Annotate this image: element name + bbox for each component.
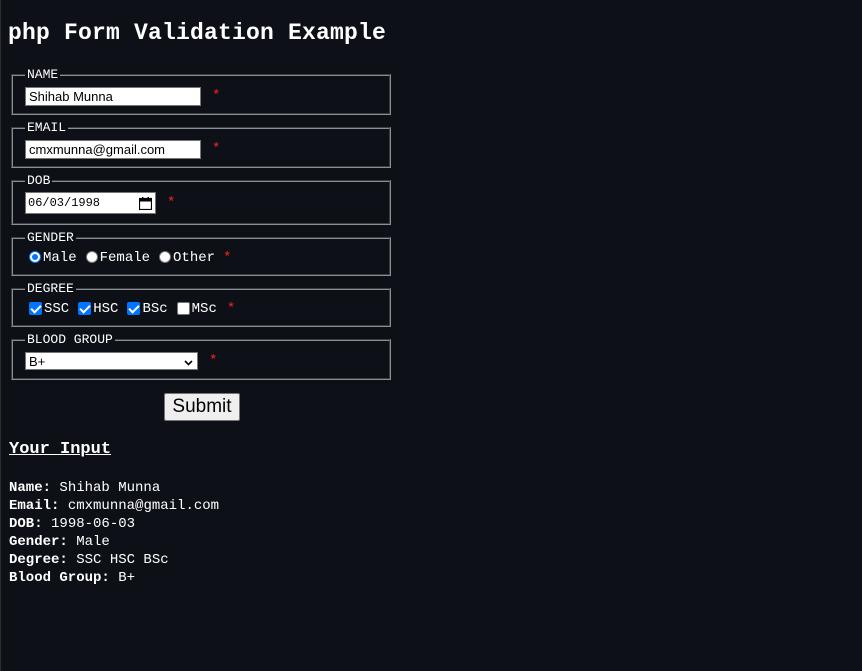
degree-required-mark: * — [226, 301, 236, 317]
output-label: DOB: — [9, 516, 43, 532]
degree-label-ssc: SSC — [44, 301, 70, 317]
gender-label-female: Female — [99, 250, 151, 266]
gender-radio-male[interactable] — [29, 251, 41, 263]
your-input-heading: Your Input — [9, 440, 112, 459]
output-row-degree: Degree: SSC HSC BSc — [9, 551, 862, 569]
output-value: Male — [76, 534, 110, 550]
page: php Form Validation Example NAME * EMAIL… — [1, 0, 862, 587]
name-fieldset: NAME * — [11, 68, 391, 115]
gender-legend: GENDER — [27, 230, 74, 245]
output-label: Email: — [9, 498, 60, 514]
gender-radio-female[interactable] — [85, 251, 98, 263]
output-label: Gender: — [9, 534, 68, 550]
blood-group-required-mark: * — [209, 353, 218, 369]
output-value: B+ — [118, 570, 136, 586]
degree-option-ssc[interactable]: SSC — [25, 301, 69, 317]
degree-legend: DEGREE — [27, 281, 74, 296]
submit-button[interactable]: Submit — [164, 393, 240, 421]
output-row-gender: Gender: Male — [9, 533, 862, 551]
degree-option-msc[interactable]: MSc — [173, 301, 217, 317]
degree-checkbox-hsc[interactable] — [78, 301, 92, 315]
output-value: SSC HSC BSc — [76, 552, 169, 568]
email-input[interactable] — [25, 139, 201, 159]
validation-form: NAME * EMAIL * DOB 06/03/1998 — [11, 68, 391, 421]
output-row-blood-group: Blood Group: B+ — [9, 569, 862, 587]
output-label: Blood Group: — [9, 570, 110, 586]
gender-option-female[interactable]: Female — [82, 250, 150, 266]
gender-fieldset: GENDER Male Female Other * — [11, 231, 391, 276]
output-value: Shihab Munna — [59, 480, 161, 496]
dob-fieldset: DOB 06/03/1998 * — [11, 174, 391, 225]
dob-date-input[interactable]: 06/03/1998 — [25, 192, 156, 214]
degree-label-msc: MSc — [191, 301, 217, 317]
output-row-dob: DOB: 1998-06-03 — [9, 515, 862, 533]
gender-radio-other[interactable] — [159, 251, 172, 263]
output-list: Name: Shihab Munna Email: cmxmunna@gmail… — [9, 479, 862, 587]
chevron-down-icon — [184, 354, 193, 369]
dob-legend: DOB — [27, 173, 51, 188]
degree-checkbox-msc[interactable] — [176, 301, 190, 315]
name-input[interactable] — [25, 86, 201, 106]
output-value: cmxmunna@gmail.com — [67, 498, 220, 514]
output-label: Name: — [9, 480, 52, 496]
degree-label-bsc: BSc — [142, 301, 168, 317]
email-required-mark: * — [212, 141, 221, 157]
blood-group-select[interactable]: B+ — [25, 352, 198, 370]
degree-checkbox-bsc[interactable] — [127, 301, 141, 315]
calendar-icon[interactable] — [139, 196, 152, 210]
blood-group-fieldset: BLOOD GROUP B+ * — [11, 333, 391, 380]
degree-option-bsc[interactable]: BSc — [123, 301, 168, 317]
name-legend: NAME — [27, 67, 59, 82]
output-row-name: Name: Shihab Munna — [9, 479, 862, 497]
degree-checkbox-ssc[interactable] — [29, 301, 42, 315]
email-legend: EMAIL — [27, 120, 67, 135]
degree-fieldset: DEGREE SSC HSC BSc MSc * — [11, 282, 391, 327]
page-title: php Form Validation Example — [8, 20, 387, 46]
dob-required-mark: * — [167, 195, 176, 211]
gender-required-mark: * — [223, 250, 232, 266]
gender-option-other[interactable]: Other — [155, 250, 215, 266]
output-label: Degree: — [9, 552, 68, 568]
name-required-mark: * — [212, 88, 221, 104]
blood-group-selected: B+ — [29, 353, 46, 369]
degree-option-hsc[interactable]: HSC — [74, 301, 118, 317]
degree-label-hsc: HSC — [93, 301, 119, 317]
gender-option-male[interactable]: Male — [25, 250, 77, 266]
email-fieldset: EMAIL * — [11, 121, 391, 168]
gender-label-male: Male — [43, 250, 77, 266]
gender-label-other: Other — [173, 250, 216, 266]
output-value: 1998-06-03 — [51, 516, 136, 532]
dob-value: 06/03/1998 — [28, 196, 101, 210]
blood-group-legend: BLOOD GROUP — [27, 332, 113, 347]
output-row-email: Email: cmxmunna@gmail.com — [9, 497, 862, 515]
